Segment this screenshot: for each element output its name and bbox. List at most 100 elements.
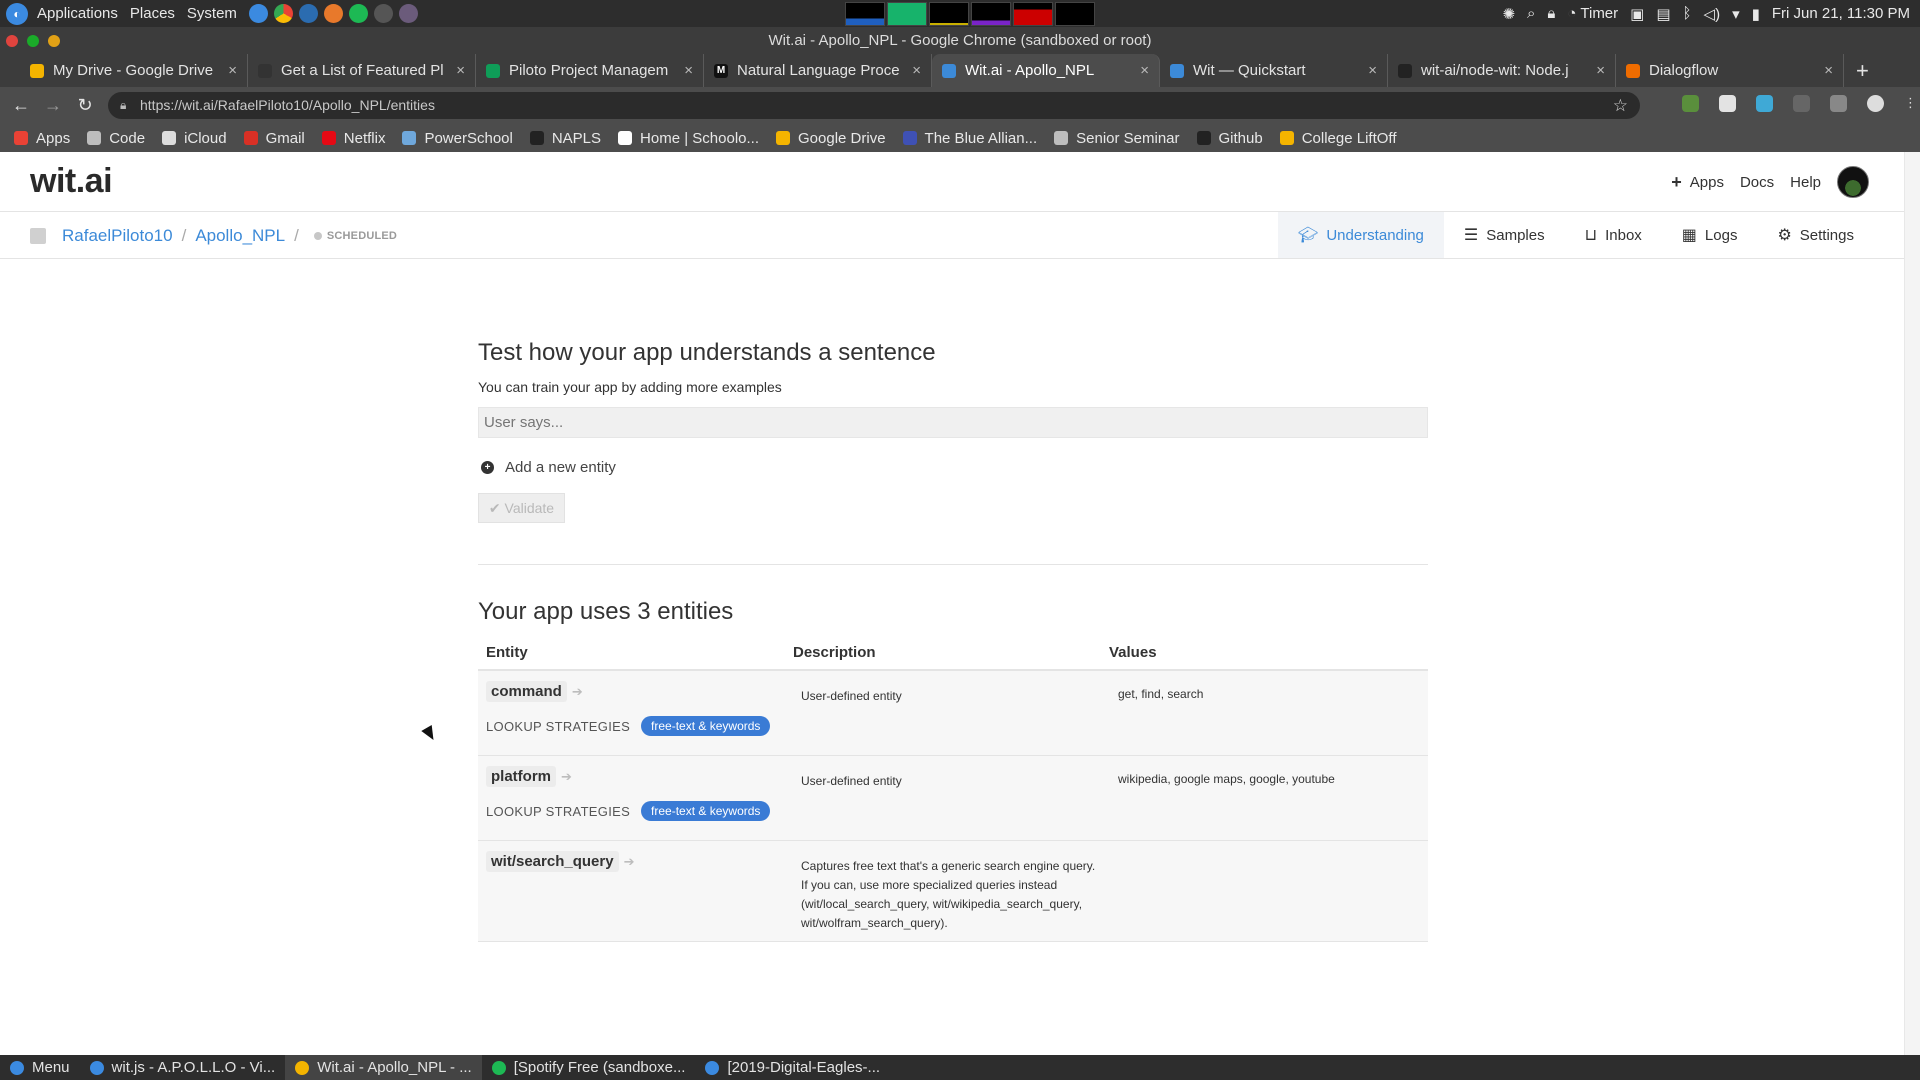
minimize-window-icon[interactable]	[48, 35, 60, 47]
browser-tab[interactable]: M Natural Language Proce ×	[704, 54, 932, 87]
files-launcher-icon[interactable]	[248, 4, 268, 23]
tab-samples[interactable]: ☰ Samples	[1444, 212, 1565, 258]
vscode-launcher-icon[interactable]	[298, 4, 318, 23]
extension-1-icon[interactable]	[1682, 95, 1699, 112]
profile-icon[interactable]	[1867, 95, 1884, 112]
nav-help-link[interactable]: Help	[1790, 174, 1821, 191]
bookmark-item[interactable]: Gmail	[243, 130, 305, 147]
bookmark-item[interactable]: College LiftOff	[1279, 130, 1397, 147]
add-entity-link[interactable]: + Add a new entity	[481, 459, 616, 476]
blender-launcher-icon[interactable]	[323, 4, 343, 23]
bookmark-item[interactable]: PowerSchool	[402, 130, 513, 147]
browser-tab[interactable]: Get a List of Featured Pl ×	[248, 54, 476, 87]
user-avatar[interactable]	[1837, 166, 1869, 198]
maximize-window-icon[interactable]	[27, 35, 39, 47]
terminal-launcher-icon[interactable]	[373, 4, 393, 23]
search-icon[interactable]: ⌕	[1527, 5, 1535, 22]
bookmark-item[interactable]: Google Drive	[776, 130, 886, 147]
validate-button[interactable]: ✔ Validate	[478, 493, 565, 523]
user-says-input[interactable]	[478, 407, 1428, 438]
window-title-bar[interactable]: Wit.ai - Apollo_NPL - Google Chrome (san…	[0, 27, 1920, 54]
bookmark-item[interactable]: The Blue Allian...	[902, 130, 1037, 147]
game-launcher-icon[interactable]	[398, 4, 418, 23]
tab-logs[interactable]: ▦ Logs	[1662, 212, 1758, 258]
entity-name-link[interactable]: wit/search_query	[486, 851, 619, 872]
brightness-icon[interactable]: ✺	[1502, 5, 1515, 23]
new-tab-plus-icon[interactable]: +	[1856, 54, 1869, 87]
os-menu-applications[interactable]: Applications	[34, 5, 127, 22]
taskbar-item[interactable]: [Spotify Free (sandboxe...	[482, 1055, 696, 1080]
nav-docs-link[interactable]: Docs	[1740, 174, 1774, 191]
breadcrumb-app[interactable]: Apollo_NPL	[195, 226, 285, 246]
bookmark-item[interactable]: Netflix	[321, 130, 385, 147]
lock-icon[interactable]: 🔒︎	[1547, 5, 1555, 22]
breadcrumb-user[interactable]: RafaelPiloto10	[62, 226, 173, 246]
bookmark-item[interactable]: Apps	[14, 130, 70, 147]
bluetooth-icon[interactable]: ᛒ	[1683, 5, 1692, 22]
os-logo-icon[interactable]: ◐	[6, 2, 28, 25]
tab-close-icon[interactable]: ×	[684, 62, 693, 79]
spotify-launcher-icon[interactable]	[348, 4, 368, 23]
table-row[interactable]: platform ➔ User-defined entity wikipedia…	[478, 756, 1428, 841]
tab-close-icon[interactable]: ×	[1140, 62, 1149, 79]
extension-3-icon[interactable]	[1756, 95, 1773, 112]
tab-close-icon[interactable]: ×	[912, 62, 921, 79]
table-row[interactable]: wit/search_query ➔ Captures free text th…	[478, 841, 1428, 942]
lookup-pill[interactable]: free-text & keywords	[641, 801, 771, 821]
entity-name-link[interactable]: command	[486, 681, 567, 702]
tab-understanding[interactable]: 🎓︎ Understanding	[1278, 212, 1444, 258]
bookmark-item[interactable]: iCloud	[162, 130, 227, 147]
app-tray-icon[interactable]: ▣	[1630, 5, 1644, 23]
browser-tab[interactable]: wit-ai/node-wit: Node.j ×	[1388, 54, 1616, 87]
browser-tab[interactable]: Piloto Project Managem ×	[476, 54, 704, 87]
tab-close-icon[interactable]: ×	[1368, 62, 1377, 79]
taskbar-item[interactable]: wit.js - A.P.O.L.L.O - Vi...	[80, 1055, 286, 1080]
extension-2-icon[interactable]	[1719, 95, 1736, 112]
tab-close-icon[interactable]: ×	[1596, 62, 1605, 79]
reload-icon[interactable]: ↻	[69, 95, 101, 116]
tab-close-icon[interactable]: ×	[456, 62, 465, 79]
tab-inbox[interactable]: ⊔ Inbox	[1565, 212, 1662, 258]
wifi-icon[interactable]: ▾	[1732, 5, 1740, 23]
entity-name-link[interactable]: platform	[486, 766, 556, 787]
start-menu-button[interactable]: Menu	[0, 1055, 80, 1080]
wit-logo[interactable]: wit.ai	[30, 162, 113, 201]
bookmark-item[interactable]: Code	[87, 130, 145, 147]
timer-indicator[interactable]: ◔ Timer	[1567, 5, 1618, 22]
bookmark-item[interactable]: Senior Seminar	[1054, 130, 1180, 147]
chrome-launcher-icon[interactable]	[273, 4, 293, 23]
bottom-taskbar: Menu wit.js - A.P.O.L.L.O - Vi... Wit.ai …	[0, 1055, 1920, 1080]
close-window-icon[interactable]	[6, 35, 18, 47]
tab-settings[interactable]: ⚙ Settings	[1757, 212, 1874, 258]
chrome-menu-icon[interactable]: ⋮	[1904, 95, 1917, 112]
taskbar-item[interactable]: [2019-Digital-Eagles-...	[695, 1055, 890, 1080]
new-app-plus-icon[interactable]: +	[1671, 172, 1682, 193]
os-menu-places[interactable]: Places	[127, 5, 184, 22]
os-menu-system[interactable]: System	[184, 5, 246, 22]
back-arrow-icon[interactable]: ←	[5, 95, 37, 116]
bookmark-item[interactable]: NAPLS	[529, 130, 601, 147]
bookmark-star-icon[interactable]: ☆	[1613, 92, 1628, 119]
notes-tray-icon[interactable]: ▤	[1656, 5, 1670, 23]
clock[interactable]: Fri Jun 21, 11:30 PM	[1772, 5, 1910, 22]
browser-tab[interactable]: My Drive - Google Drive ×	[20, 54, 248, 87]
tab-close-icon[interactable]: ×	[1824, 62, 1833, 79]
page-scrollbar[interactable]	[1904, 152, 1920, 1055]
nav-apps-link[interactable]: Apps	[1690, 174, 1724, 191]
browser-tab[interactable]: Wit.ai - Apollo_NPL ×	[932, 54, 1160, 87]
forward-arrow-icon[interactable]: →	[37, 95, 69, 116]
extension-5-icon[interactable]	[1830, 95, 1847, 112]
address-bar[interactable]: 🔒︎ https://wit.ai/RafaelPiloto10/Apollo_…	[108, 92, 1640, 119]
tab-close-icon[interactable]: ×	[228, 62, 237, 79]
bookmark-item[interactable]: Home | Schoolo...	[618, 130, 759, 147]
browser-tab[interactable]: Dialogflow ×	[1616, 54, 1844, 87]
volume-icon[interactable]: ◁)	[1704, 5, 1721, 23]
battery-icon[interactable]: ▮	[1752, 5, 1760, 23]
bookmark-item[interactable]: Github	[1196, 130, 1263, 147]
extension-4-icon[interactable]	[1793, 95, 1810, 112]
taskbar-item[interactable]: Wit.ai - Apollo_NPL - ...	[285, 1055, 482, 1080]
browser-tab[interactable]: Wit — Quickstart ×	[1160, 54, 1388, 87]
secure-lock-icon[interactable]: 🔒︎	[120, 92, 126, 119]
table-row[interactable]: command ➔ User-defined entity get, find,…	[478, 671, 1428, 756]
lookup-pill[interactable]: free-text & keywords	[641, 716, 771, 736]
